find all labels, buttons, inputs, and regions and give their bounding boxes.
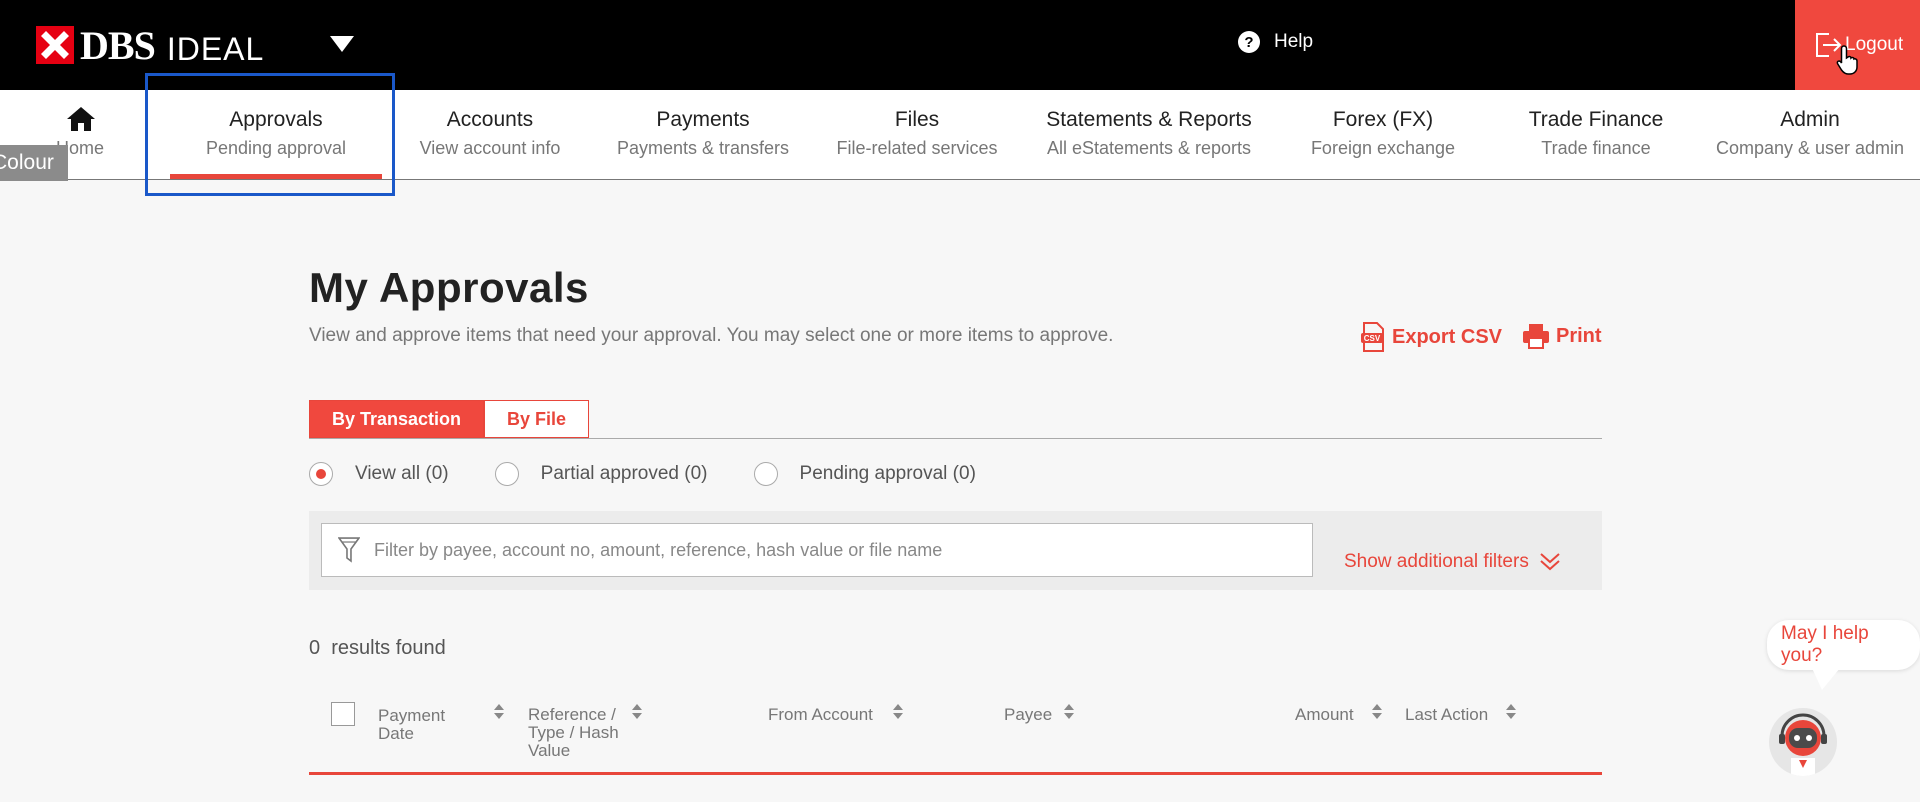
sort-icon[interactable]	[494, 704, 504, 722]
column-header-payment-date[interactable]: Payment Date	[378, 707, 458, 743]
csv-icon: CSV	[1361, 322, 1384, 352]
brand-logo[interactable]: DBS IDEAL	[36, 22, 265, 68]
nav-item-title: Approvals	[229, 108, 323, 131]
caret-down-icon[interactable]	[330, 36, 354, 52]
sort-icon[interactable]	[1064, 704, 1074, 722]
nav-item-approvals[interactable]: Approvals Pending approval	[170, 90, 382, 180]
nav-item-statements-reports[interactable]: Statements & Reports All eStatements & r…	[1036, 90, 1262, 180]
nav-item-title: Files	[894, 108, 940, 131]
select-all-checkbox[interactable]	[331, 702, 355, 726]
home-icon[interactable]	[66, 106, 96, 132]
sort-icon[interactable]	[893, 704, 903, 722]
radio-view-all-label[interactable]: View all (0)	[355, 463, 449, 485]
help-label: Help	[1274, 31, 1314, 52]
help-icon: ?	[1238, 31, 1260, 53]
results-summary: 0 results found	[309, 637, 446, 660]
sort-icon[interactable]	[1506, 704, 1516, 722]
nav-item-admin[interactable]: Admin Company & user admin	[1710, 90, 1910, 180]
dbs-logo-icon	[36, 26, 74, 64]
page-title: My Approvals	[309, 264, 589, 311]
brand-name: DBS	[80, 22, 156, 68]
radio-partial-approved-label[interactable]: Partial approved (0)	[541, 463, 708, 485]
column-header-reference[interactable]: Reference / Type / Hash Value	[528, 706, 628, 760]
nav-item-forex[interactable]: Forex (FX) Foreign exchange	[1298, 90, 1468, 180]
nav-item-subtitle: Company & user admin	[1715, 138, 1905, 158]
status-radio-group: View all (0) Partial approved (0) Pendin…	[309, 462, 1022, 486]
sort-icon[interactable]	[1372, 704, 1382, 722]
hand-cursor-icon	[1836, 45, 1858, 75]
nav-item-title: Statements & Reports	[1046, 108, 1252, 131]
nav-item-subtitle: Pending approval	[205, 138, 347, 158]
tab-by-transaction[interactable]: By Transaction	[309, 400, 485, 438]
column-header-from-account[interactable]: From Account	[768, 706, 873, 724]
help-link[interactable]: ? Help	[1238, 31, 1313, 53]
nav-item-subtitle: Trade finance	[1541, 138, 1651, 158]
filter-field[interactable]	[321, 523, 1313, 577]
colour-tag[interactable]: Colour	[0, 145, 68, 181]
nav-item-trade-finance[interactable]: Trade Finance Trade finance	[1506, 90, 1686, 180]
print-button[interactable]: Print	[1522, 322, 1602, 350]
show-additional-filters-label: Show additional filters	[1344, 551, 1529, 572]
main-navigation: Approvals Pending approval Accounts View…	[0, 90, 1920, 180]
top-bar: DBS IDEAL ? Help Logout	[0, 0, 1920, 90]
nav-item-subtitle: Payments & transfers	[616, 138, 790, 158]
filter-input[interactable]	[373, 539, 1312, 561]
printer-icon	[1523, 324, 1549, 349]
nav-item-payments[interactable]: Payments Payments & transfers	[604, 90, 802, 180]
filter-funnel-icon	[338, 537, 360, 563]
results-count: 0	[309, 637, 321, 659]
nav-item-title: Forex (FX)	[1332, 108, 1434, 131]
svg-text:CSV: CSV	[1364, 334, 1381, 343]
product-name: IDEAL	[166, 30, 265, 67]
sort-icon[interactable]	[632, 704, 642, 722]
radio-view-all[interactable]	[309, 462, 333, 486]
view-tabs: By Transaction By File	[309, 400, 590, 438]
nav-active-indicator	[170, 174, 382, 179]
double-chevron-down-icon	[1540, 553, 1560, 571]
radio-pending-approval[interactable]	[753, 462, 778, 486]
chatbot-avatar-icon[interactable]	[1769, 708, 1837, 776]
column-header-payee[interactable]: Payee	[1004, 706, 1052, 724]
chat-bubble-tail	[1812, 668, 1840, 690]
tabs-divider	[309, 438, 1602, 439]
nav-item-title: Accounts	[446, 108, 534, 131]
page-description: View and approve items that need your ap…	[309, 325, 1114, 346]
filter-panel: Show additional filters	[309, 511, 1602, 590]
nav-item-title: Payments	[656, 108, 750, 131]
table-header-divider	[309, 772, 1602, 775]
export-csv-label: Export CSV	[1392, 325, 1503, 348]
show-additional-filters-button[interactable]: Show additional filters	[1344, 551, 1561, 573]
chat-assistant-bubble[interactable]: May I help you?	[1767, 620, 1920, 670]
column-header-last-action[interactable]: Last Action	[1405, 706, 1488, 724]
nav-item-title: Trade Finance	[1528, 108, 1664, 131]
nav-item-accounts[interactable]: Accounts View account info	[400, 90, 580, 180]
results-label: results found	[331, 637, 446, 659]
nav-item-title: Admin	[1780, 108, 1840, 131]
export-csv-button[interactable]: CSV Export CSV	[1360, 322, 1502, 352]
nav-item-subtitle: View account info	[419, 138, 561, 158]
nav-item-subtitle: Foreign exchange	[1310, 138, 1456, 158]
radio-pending-approval-label[interactable]: Pending approval (0)	[800, 463, 976, 485]
nav-item-subtitle: All eStatements & reports	[1046, 138, 1252, 158]
column-header-amount[interactable]: Amount	[1295, 706, 1354, 724]
tab-by-file[interactable]: By File	[484, 400, 590, 438]
radio-partial-approved[interactable]	[494, 462, 519, 486]
nav-item-subtitle: File-related services	[836, 138, 998, 158]
nav-item-files[interactable]: Files File-related services	[826, 90, 1008, 180]
print-label: Print	[1556, 324, 1602, 347]
